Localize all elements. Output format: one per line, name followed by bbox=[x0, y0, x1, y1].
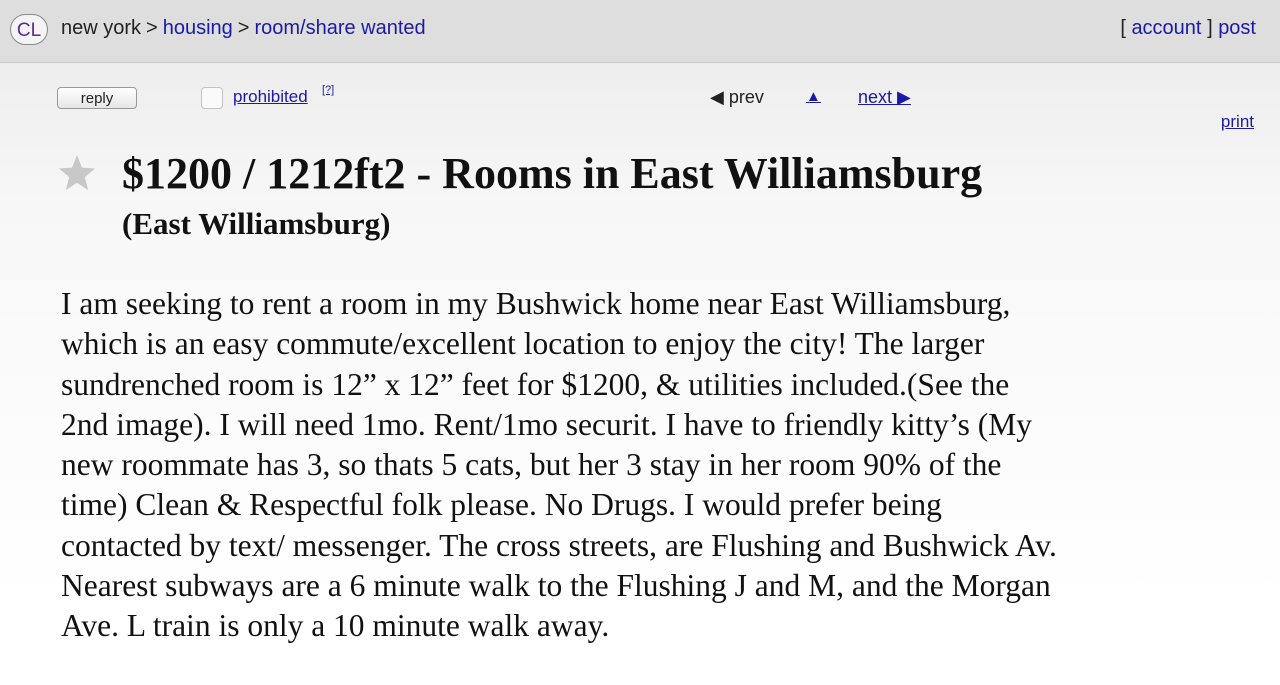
help-link[interactable]: [?] bbox=[322, 84, 334, 96]
body-line: sundrenched room is 12” x 12” feet for $… bbox=[61, 366, 1010, 402]
breadcrumb-separator: > bbox=[237, 17, 250, 39]
body-line: contacted by text/ messenger. The cross … bbox=[61, 527, 1057, 563]
body-line: time) Clean & Respectful folk please. No… bbox=[61, 487, 942, 523]
breadcrumb-new-york[interactable]: new york bbox=[61, 17, 141, 39]
breadcrumb-separator: > bbox=[146, 17, 158, 39]
star-icon[interactable] bbox=[57, 153, 97, 193]
prev-link[interactable]: ◀ prev bbox=[710, 87, 764, 108]
top-header: CL new york > housing > room/share wanted [ … bbox=[0, 0, 1280, 63]
posting-body: I am seeking to rent a room in my Bushwi… bbox=[61, 284, 1221, 647]
reply-button[interactable]: reply bbox=[57, 87, 137, 109]
bracket-close: ] bbox=[1207, 17, 1213, 39]
body-line: which is an easy commute/excellent locat… bbox=[61, 326, 985, 362]
next-link[interactable]: next ▶ bbox=[858, 87, 911, 108]
breadcrumb-housing[interactable]: housing bbox=[163, 17, 233, 39]
up-link[interactable]: ▲ bbox=[806, 88, 821, 105]
body-line: Nearest subways are a 6 minute walk to t… bbox=[61, 568, 1051, 604]
body-line: Ave. L train is only a 10 minute walk aw… bbox=[61, 608, 610, 644]
craigslist-logo[interactable]: CL bbox=[10, 14, 48, 45]
bracket-open: [ bbox=[1120, 17, 1126, 39]
account-link[interactable]: account bbox=[1131, 17, 1201, 39]
breadcrumb: new york > housing > room/share wanted bbox=[61, 17, 426, 40]
prohibited-link[interactable]: prohibited bbox=[233, 87, 308, 107]
post-link[interactable]: post bbox=[1218, 17, 1256, 39]
body-line: new roommate has 3, so thats 5 cats, but… bbox=[61, 447, 1002, 483]
prohibited-checkbox[interactable] bbox=[201, 87, 223, 109]
posting-title: $1200 / 1212ft2 - Rooms in East Williams… bbox=[122, 149, 983, 198]
breadcrumb-room-share-wanted[interactable]: room/share wanted bbox=[254, 17, 425, 39]
print-link[interactable]: print bbox=[1221, 112, 1254, 132]
user-links: [ account ] post bbox=[1120, 17, 1256, 40]
body-line: 2nd image). I will need 1mo. Rent/1mo se… bbox=[61, 406, 1033, 442]
posting-location: (East Williamsburg) bbox=[122, 206, 391, 241]
body-line: I am seeking to rent a room in my Bushwi… bbox=[61, 286, 1011, 321]
